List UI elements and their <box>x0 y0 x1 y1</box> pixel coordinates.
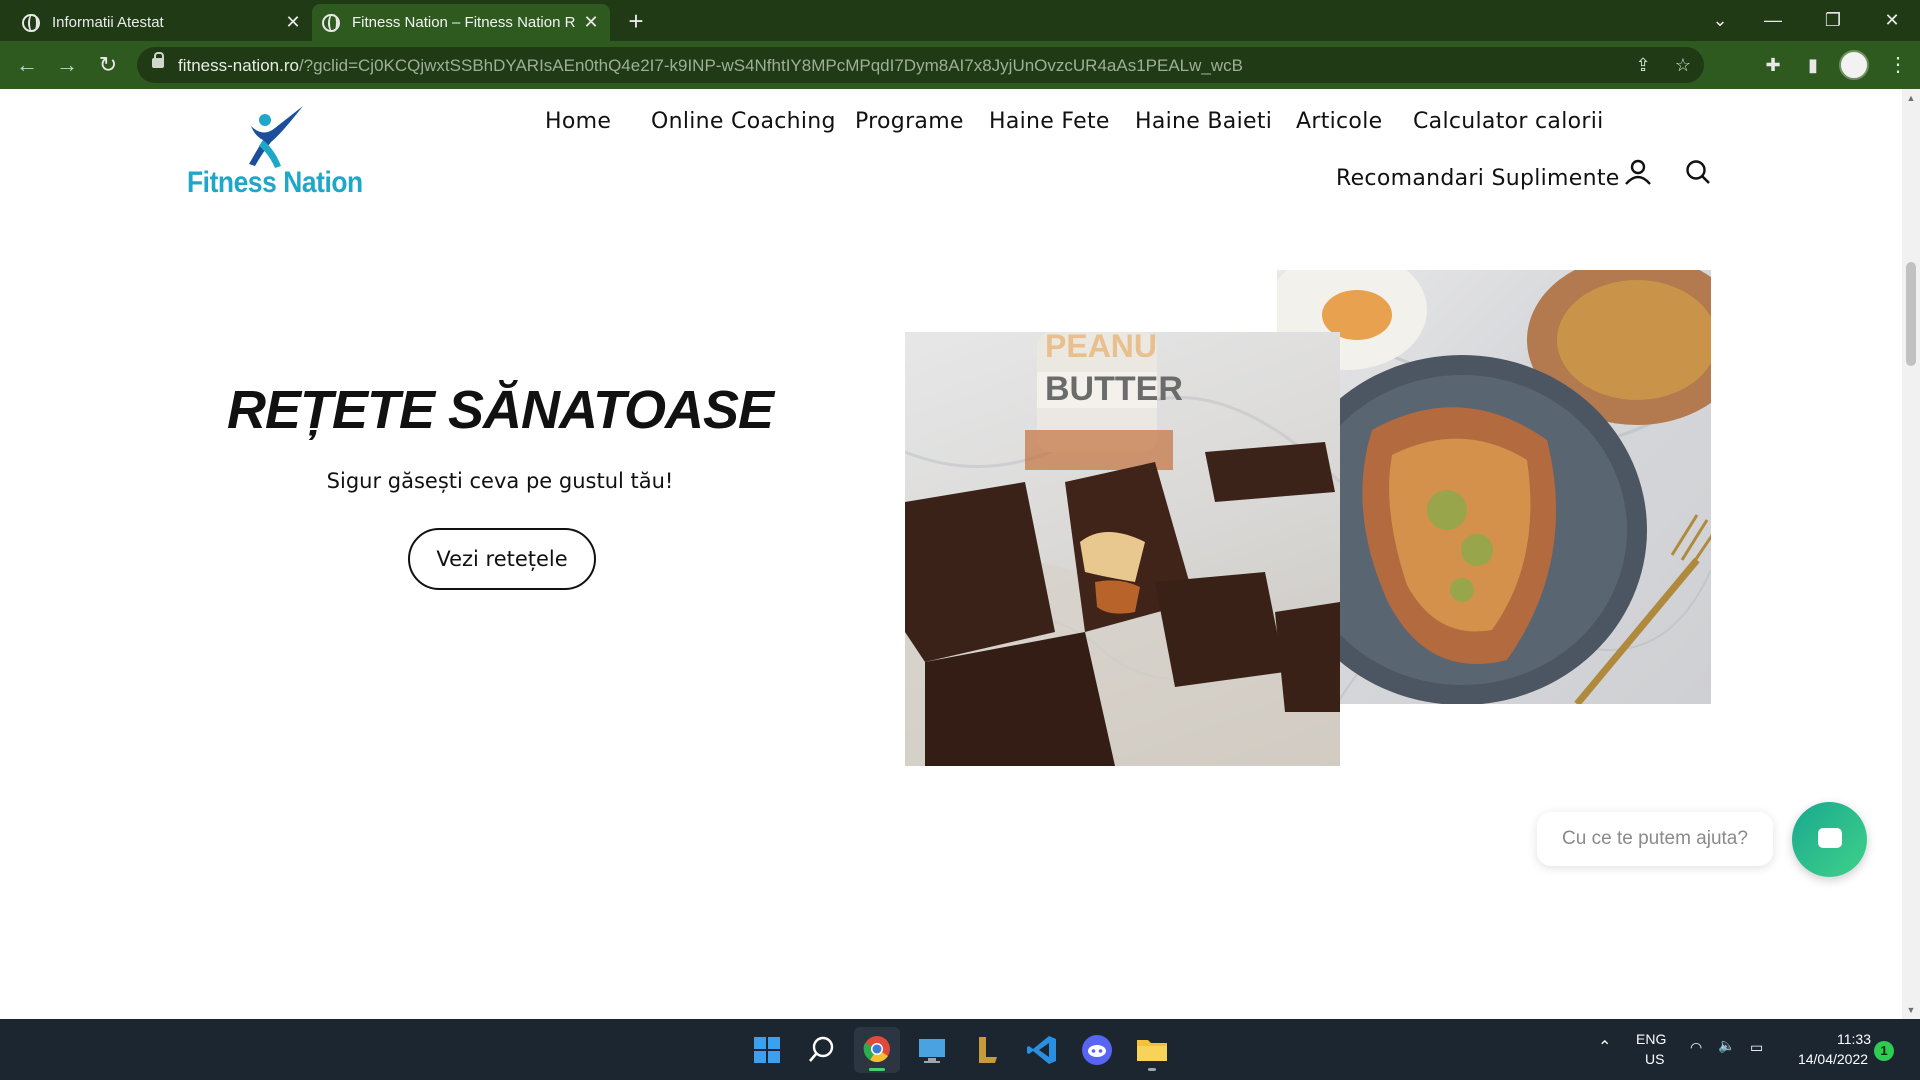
address-bar[interactable]: fitness-nation.ro/?gclid=Cj0KCQjwxtSSBhD… <box>137 47 1704 83</box>
taskbar-chrome[interactable] <box>854 1027 900 1073</box>
nav-calculator-calorii[interactable]: Calculator calorii <box>1413 109 1604 134</box>
tab-fitness-nation[interactable]: Fitness Nation – Fitness Nation R ✕ <box>312 4 610 41</box>
vscode-icon <box>1027 1036 1056 1064</box>
site-logo[interactable]: Fitness Nation <box>185 104 385 199</box>
start-button[interactable] <box>744 1027 790 1073</box>
monitor-icon <box>919 1039 945 1063</box>
logo-figure-icon <box>249 106 303 168</box>
active-app-indicator <box>869 1068 885 1071</box>
tab-informatii-atestat[interactable]: Informatii Atestat ✕ <box>12 4 312 41</box>
share-icon[interactable]: ⇪ <box>1631 53 1655 77</box>
taskbar-league-app[interactable] <box>964 1027 1010 1073</box>
discord-icon <box>1082 1035 1112 1065</box>
hero-subtitle: Sigur găsești ceva pe gustul tău! <box>326 469 674 493</box>
new-tab-button[interactable]: + <box>622 7 650 35</box>
url-path: /?gclid=Cj0KCQjwxtSSBhDYARIsAEn0thQ4e2I7… <box>298 56 1243 75</box>
url-domain: fitness-nation.ro <box>178 56 299 75</box>
region-indicator[interactable]: US <box>1645 1051 1664 1067</box>
globe-icon <box>22 13 40 32</box>
jar-label-butter: BUTTER <box>1045 370 1183 408</box>
close-window-button[interactable]: ✕ <box>1872 6 1912 34</box>
minimize-button[interactable]: — <box>1753 6 1793 34</box>
league-icon <box>979 1037 997 1063</box>
account-icon[interactable] <box>1623 157 1653 187</box>
web-page: Fitness Nation Home Online Coaching Prog… <box>0 89 1902 1019</box>
language-indicator[interactable]: ENG <box>1636 1031 1666 1047</box>
nav-haine-fete[interactable]: Haine Fete <box>989 109 1110 134</box>
nav-articole[interactable]: Articole <box>1296 109 1382 134</box>
volume-icon[interactable]: 🔈 <box>1718 1037 1735 1054</box>
battery-icon[interactable]: ▭ <box>1750 1039 1763 1056</box>
scroll-down-icon[interactable]: ▼ <box>1906 1005 1916 1015</box>
back-button[interactable]: ← <box>13 51 41 79</box>
tab-close-icon[interactable]: ✕ <box>284 12 302 33</box>
nav-online-coaching[interactable]: Online Coaching <box>651 109 836 134</box>
chat-launcher-button[interactable] <box>1792 802 1867 877</box>
bookmark-star-icon[interactable]: ☆ <box>1671 53 1695 77</box>
tab-close-icon[interactable]: ✕ <box>582 12 600 33</box>
sweet-potato-illustration <box>1277 270 1711 704</box>
extensions-icon[interactable]: ✚ <box>1759 51 1787 79</box>
clock-date[interactable]: 14/04/2022 <box>1790 1051 1876 1067</box>
chat-prompt-bubble[interactable]: Cu ce te putem ajuta? <box>1537 812 1773 866</box>
page-scrollbar[interactable]: ▲ ▼ <box>1902 89 1920 1019</box>
folder-icon <box>1137 1040 1167 1061</box>
taskbar-desktop-app[interactable] <box>909 1027 955 1073</box>
chrome-icon <box>863 1036 890 1063</box>
side-panel-icon[interactable]: ▮ <box>1799 51 1827 79</box>
reload-button[interactable]: ↻ <box>94 51 122 79</box>
forward-button[interactable]: → <box>53 51 81 79</box>
hero-title: REȚETE SĂNATOASE <box>226 380 774 440</box>
windows-taskbar: ⌃ ENG US ◠ 🔈 ▭ 11:33 14/04/2022 <box>0 1019 1920 1080</box>
taskbar-search-button[interactable] <box>799 1027 845 1073</box>
tray-overflow-icon[interactable]: ⌃ <box>1598 1037 1611 1057</box>
logo-text: Fitness Nation <box>187 166 363 199</box>
menu-kebab-icon[interactable]: ⋮ <box>1888 51 1908 79</box>
chocolate-bars-illustration: PEANU BUTTER <box>905 332 1340 766</box>
chat-icon <box>1818 828 1842 848</box>
lock-icon[interactable] <box>152 52 164 68</box>
wifi-icon[interactable]: ◠ <box>1690 1039 1702 1056</box>
search-icon[interactable] <box>1683 157 1713 187</box>
browser-titlebar: Informatii Atestat ✕ Fitness Nation – Fi… <box>0 0 1920 41</box>
scroll-up-icon[interactable]: ▲ <box>1906 93 1916 103</box>
taskbar-file-explorer[interactable] <box>1129 1027 1175 1073</box>
nav-recomandari-suplimente[interactable]: Recomandari Suplimente <box>1336 166 1620 191</box>
profile-avatar[interactable] <box>1839 50 1869 80</box>
tab-title: Fitness Nation – Fitness Nation R <box>352 14 576 31</box>
nav-haine-baieti[interactable]: Haine Baieti <box>1135 109 1272 134</box>
nav-programe[interactable]: Programe <box>855 109 964 134</box>
sweet-potato-recipe-image[interactable] <box>1277 270 1711 704</box>
jar-label-peanut: PEANU <box>1045 332 1157 364</box>
globe-icon <box>322 13 340 32</box>
notification-badge[interactable]: 1 <box>1874 1041 1894 1061</box>
browser-toolbar: ← → ↻ fitness-nation.ro/?gclid=Cj0KCQjwx… <box>0 41 1920 89</box>
clock-time[interactable]: 11:33 <box>1832 1031 1876 1047</box>
nav-home[interactable]: Home <box>545 109 611 134</box>
tab-title: Informatii Atestat <box>52 14 164 31</box>
tab-search-icon[interactable]: ⌄ <box>1700 6 1740 34</box>
taskbar-vscode[interactable] <box>1019 1027 1065 1073</box>
search-icon <box>809 1036 834 1062</box>
taskbar-discord[interactable] <box>1074 1027 1120 1073</box>
view-recipes-button[interactable]: Vezi retețele <box>408 528 596 590</box>
chocolate-bars-recipe-image[interactable]: PEANU BUTTER <box>905 332 1340 766</box>
restore-button[interactable]: ❐ <box>1813 6 1853 34</box>
open-app-indicator <box>1148 1068 1156 1071</box>
url-text[interactable]: fitness-nation.ro/?gclid=Cj0KCQjwxtSSBhD… <box>178 56 1358 76</box>
windows-logo-icon <box>754 1037 780 1063</box>
scrollbar-thumb[interactable] <box>1906 262 1916 366</box>
